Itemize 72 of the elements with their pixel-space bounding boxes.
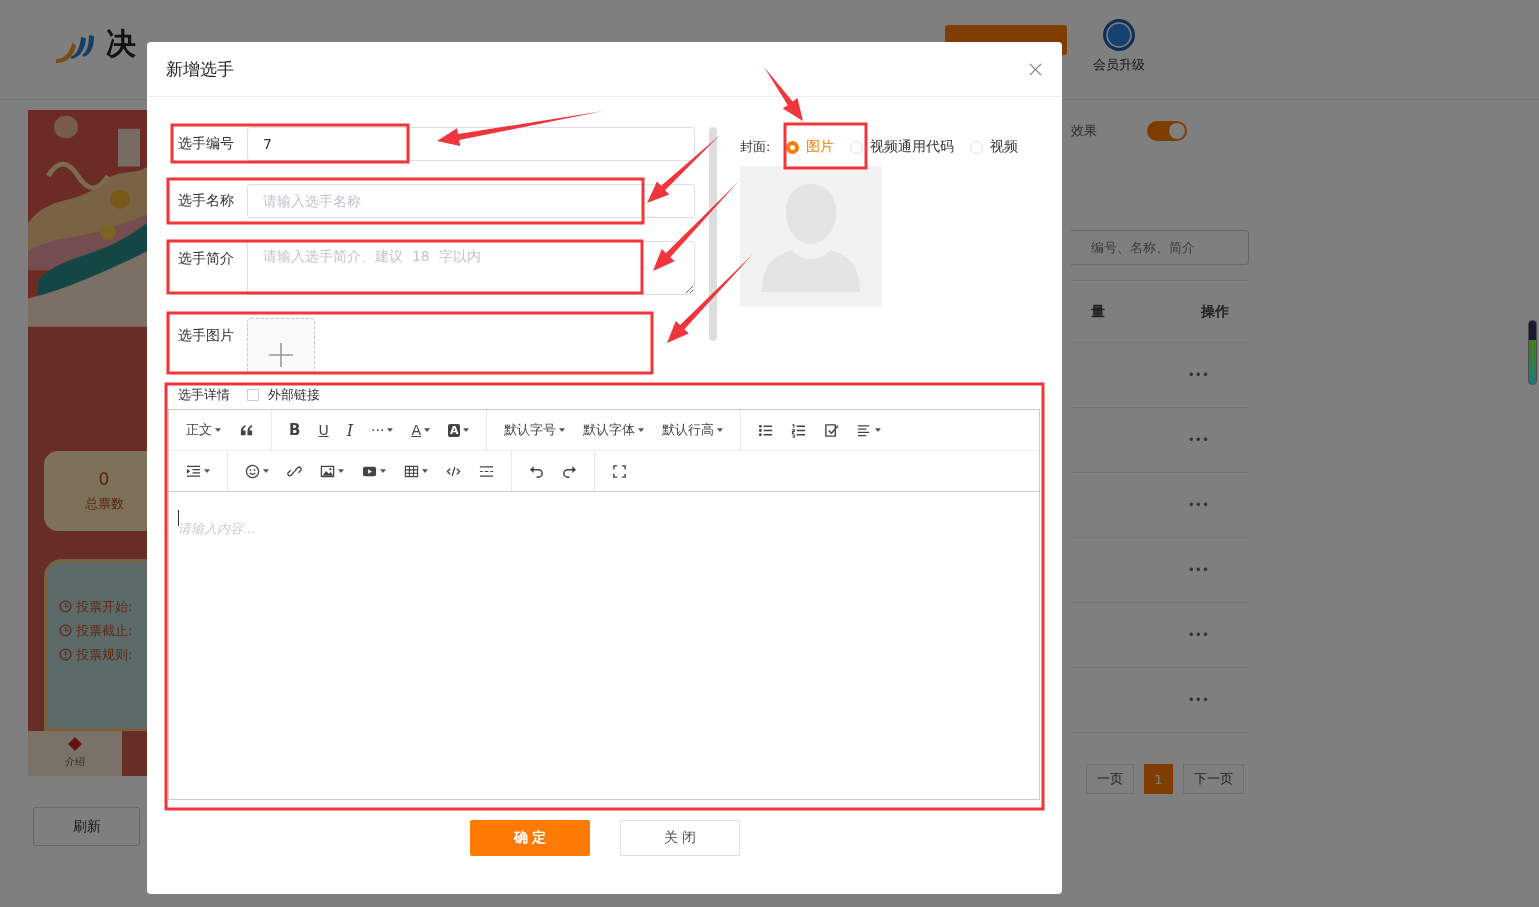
info-label: 投票规则: — [76, 645, 133, 664]
cover-radio-option[interactable]: 视频通用代码 — [850, 138, 955, 156]
caret-icon — [717, 428, 724, 432]
info-label: 投票开始: — [76, 597, 133, 616]
caret-icon — [380, 469, 386, 473]
member-upgrade-link[interactable]: 会员升级 — [1093, 18, 1145, 74]
caret-icon — [263, 469, 269, 473]
smiley-icon — [245, 463, 260, 479]
logo-text: 决 — [106, 25, 136, 63]
field-label: 选手名称 — [177, 192, 235, 210]
italic-button[interactable]: I — [338, 414, 361, 446]
column-header: 量 — [1090, 302, 1106, 321]
table-icon — [404, 463, 419, 479]
caret-icon — [204, 469, 210, 473]
scrollbar[interactable] — [709, 127, 717, 341]
underline-button[interactable]: U — [310, 414, 337, 446]
more-styles-button[interactable]: ··· — [363, 414, 402, 446]
effect-label: 效果 — [1071, 122, 1097, 140]
caret-icon — [387, 428, 394, 432]
caret-icon — [215, 428, 221, 432]
toolbar-dropdown[interactable]: 默认字体 — [575, 414, 653, 446]
bulleted-list-icon — [758, 422, 774, 438]
caret-icon — [463, 428, 470, 432]
column-header: 操作 — [1201, 302, 1229, 321]
font-color-button[interactable]: A — [403, 414, 438, 446]
clock-icon — [59, 624, 72, 638]
external-link-checkbox[interactable]: 外部链接 — [247, 386, 320, 404]
vote-count: 0 — [98, 468, 110, 489]
field-label: 选手详情 — [177, 386, 231, 404]
dialog-title: 新增选手 — [166, 57, 234, 81]
text-area[interactable]: 请输入选手简介、建议 18 字以内 — [247, 241, 695, 295]
alert-icon — [59, 648, 72, 662]
close-icon[interactable] — [1028, 61, 1043, 77]
field-label: 选手图片 — [177, 326, 235, 345]
input-field[interactable]: 请输入选手名称 — [247, 184, 695, 218]
cover-label: 封面: — [740, 138, 771, 156]
intro-icon — [68, 737, 82, 752]
link-icon — [287, 463, 302, 479]
annotation-arrow — [764, 67, 803, 121]
background-color-button[interactable]: A — [439, 414, 478, 446]
caret-icon — [638, 428, 645, 432]
input-field[interactable]: 7 — [247, 127, 695, 161]
caret-icon — [338, 469, 344, 473]
close-button[interactable]: 关 闭 — [620, 820, 740, 856]
plus-icon — [269, 343, 293, 367]
caret-icon — [875, 428, 882, 432]
scrollbar[interactable] — [1528, 320, 1537, 385]
field-label: 选手简介 — [177, 249, 235, 268]
toolbar-dropdown[interactable]: 默认字号 — [496, 414, 574, 446]
checkbox-list-icon — [824, 422, 840, 438]
indent-icon — [186, 463, 201, 479]
toolbar-dropdown[interactable]: 默认行高 — [654, 414, 732, 446]
caret-icon — [422, 469, 428, 473]
effect-toggle[interactable] — [1147, 121, 1187, 141]
divider-icon — [479, 463, 494, 479]
vip-badge-icon — [1102, 18, 1136, 52]
refresh-button[interactable]: 刷新 — [33, 807, 140, 846]
bold-button[interactable]: B — [281, 414, 309, 446]
caret-icon — [423, 428, 430, 432]
toolbar-dropdown[interactable]: 正文 — [178, 414, 229, 446]
image-icon — [320, 463, 335, 479]
quote-icon — [239, 422, 254, 438]
clock-icon — [59, 600, 72, 614]
upload-box[interactable] — [247, 318, 315, 374]
caret-icon — [559, 428, 566, 432]
cover-radio-option[interactable]: 视频 — [970, 138, 1019, 156]
field-label: 选手编号 — [177, 135, 235, 153]
vote-count-label: 总票数 — [84, 494, 124, 513]
fullscreen-icon — [612, 463, 627, 479]
numbered-list-icon — [791, 422, 807, 438]
search-field[interactable]: 编号、名称、简介 — [1071, 230, 1249, 265]
info-label: 投票截止: — [76, 621, 133, 640]
